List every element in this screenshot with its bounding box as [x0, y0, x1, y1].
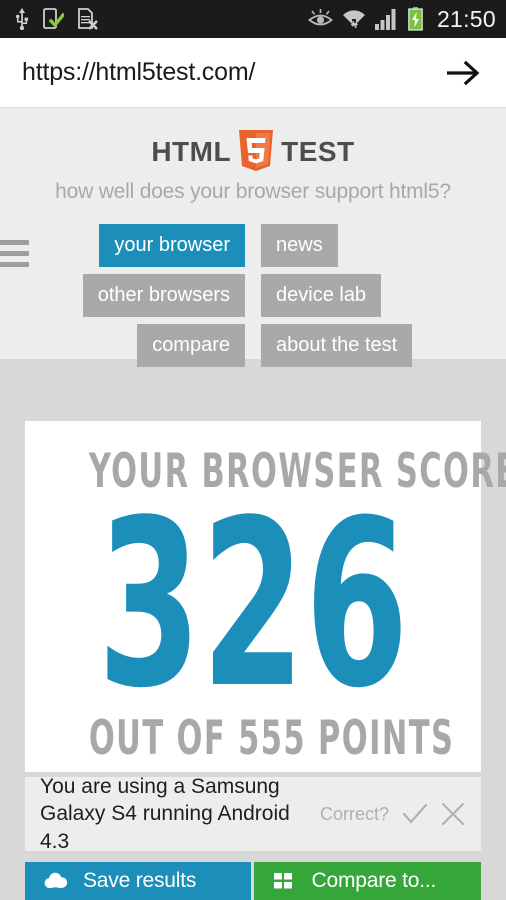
cloud-upload-icon — [44, 872, 68, 891]
hamburger-icon[interactable] — [0, 240, 29, 267]
nav-item-device-lab[interactable]: device lab — [261, 274, 382, 317]
go-button[interactable] — [444, 53, 484, 93]
status-clock: 21:50 — [436, 5, 496, 32]
grid-icon — [273, 872, 292, 888]
site-tagline: how well does your browser support html5… — [55, 180, 451, 203]
correct-label: Correct? — [319, 803, 389, 824]
score-value: 326 — [97, 472, 409, 739]
nav-row: your browser news — [0, 224, 506, 267]
smart-stay-eye-icon — [308, 9, 333, 26]
status-left-icons — [14, 8, 98, 30]
logo-text-left: HTML — [151, 136, 232, 167]
html5-shield-icon — [239, 130, 274, 171]
wifi-icon — [342, 9, 365, 28]
nav-row: compare about the test — [0, 324, 506, 367]
usb-icon — [16, 8, 29, 30]
save-results-button[interactable]: Save results — [25, 862, 251, 900]
score-card: YOUR BROWSER SCORES 326 OUT OF 555 POINT… — [25, 421, 506, 772]
nav-item-other-browsers[interactable]: other browsers — [82, 274, 245, 317]
hamburger-bar — [0, 251, 29, 256]
cellular-signal-icon — [374, 8, 396, 30]
logo-text-right: TEST — [281, 136, 355, 167]
hamburger-bar — [0, 240, 29, 245]
browser-url-bar[interactable]: https://html5test.com/ — [0, 38, 506, 108]
nav-row: other browsers device lab — [0, 274, 506, 317]
device-connected-icon — [43, 8, 64, 29]
check-icon[interactable] — [402, 803, 428, 825]
nav-item-your-browser[interactable]: your browser — [99, 224, 245, 267]
site-logo[interactable]: HTML TEST — [0, 108, 506, 173]
nav-item-compare[interactable]: compare — [137, 324, 245, 367]
nav-col-right: news — [245, 224, 506, 267]
nav-item-news[interactable]: news — [261, 224, 338, 267]
status-right-icons: 21:50 — [308, 6, 496, 33]
compare-to-button[interactable]: Compare to... — [253, 862, 481, 900]
device-info-bar: You are using a Samsung Galaxy S4 runnin… — [25, 775, 481, 853]
nav-item-about-the-test[interactable]: about the test — [261, 324, 413, 367]
compare-to-label: Compare to... — [311, 869, 437, 892]
device-confirm-group: Correct? — [320, 802, 465, 826]
android-status-bar[interactable]: 21:50 — [0, 0, 506, 38]
nav-col-left: compare — [0, 324, 245, 367]
nav-col-left: other browsers — [0, 274, 245, 317]
site-header: HTML TEST how well does your browser sup… — [0, 108, 506, 367]
close-icon[interactable] — [441, 802, 465, 826]
save-results-label: Save results — [83, 869, 197, 892]
hamburger-bar — [0, 262, 29, 267]
action-button-row: Save results Compare to... — [25, 862, 481, 900]
sim-card-error-icon — [78, 8, 98, 30]
device-description: You are using a Samsung Galaxy S4 runnin… — [40, 775, 290, 853]
battery-charging-icon — [408, 7, 423, 31]
go-arrow-icon — [447, 60, 480, 85]
nav-col-left: your browser — [0, 224, 245, 267]
score-max-label: OUT OF 555 POINTS — [88, 710, 455, 766]
url-input[interactable]: https://html5test.com/ — [22, 58, 444, 87]
nav-col-right: about the test — [245, 324, 506, 367]
nav-col-right: device lab — [245, 274, 506, 317]
site-nav: your browser news other browsers device … — [0, 224, 506, 367]
